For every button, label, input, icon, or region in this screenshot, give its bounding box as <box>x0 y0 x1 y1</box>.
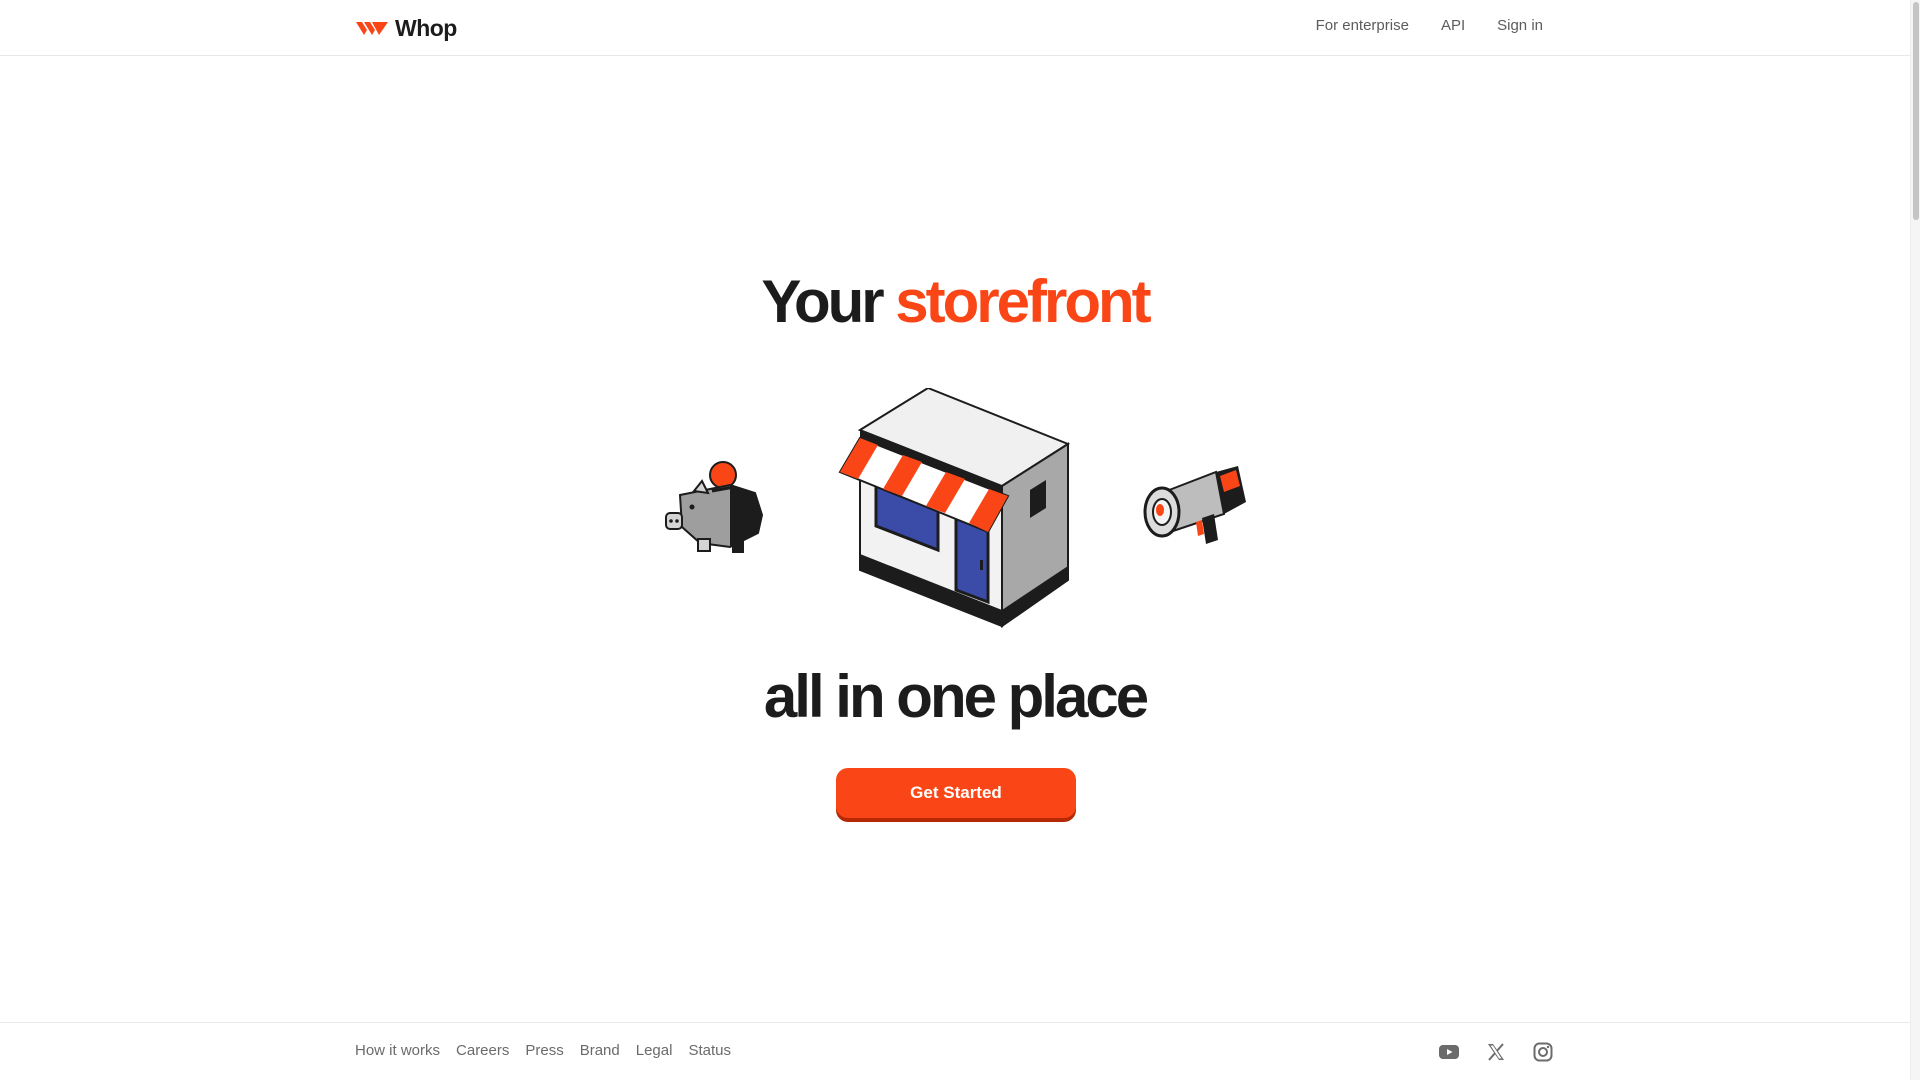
top-nav-bar: Whop For enterprise API Sign in <box>0 0 1910 56</box>
footer-link-how-it-works[interactable]: How it works <box>355 1042 440 1059</box>
youtube-icon[interactable] <box>1438 1041 1460 1063</box>
hero-title-prefix: Your <box>761 268 884 335</box>
nav-sign-in[interactable]: Sign in <box>1497 17 1543 34</box>
page: Whop For enterprise API Sign in Your sto… <box>0 0 1920 1080</box>
get-started-button[interactable]: Get Started <box>836 768 1076 818</box>
instagram-icon[interactable] <box>1532 1041 1554 1063</box>
whop-logo[interactable]: Whop <box>355 14 457 42</box>
social-links <box>1438 1041 1554 1063</box>
hero-title: Your storefront <box>0 262 1910 342</box>
footer-link-careers[interactable]: Careers <box>456 1042 509 1059</box>
brand-name: Whop <box>395 14 457 41</box>
whop-logo-icon <box>356 22 388 35</box>
piggy-bank-icon <box>665 461 764 553</box>
megaphone-icon <box>1143 466 1246 544</box>
footer-link-legal[interactable]: Legal <box>636 1042 673 1059</box>
footer-link-brand[interactable]: Brand <box>580 1042 620 1059</box>
footer-links: How it works Careers Press Brand Legal S… <box>355 1042 731 1059</box>
header-nav: For enterprise API Sign in <box>1316 17 1543 34</box>
footer: How it works Careers Press Brand Legal S… <box>0 1022 1910 1080</box>
hero-title-accent: storefront <box>895 268 1151 335</box>
footer-link-press[interactable]: Press <box>525 1042 563 1059</box>
storefront-icon <box>838 388 1070 628</box>
footer-link-status[interactable]: Status <box>688 1042 731 1059</box>
page-scrollbar[interactable] <box>1910 0 1920 1080</box>
hero-subtitle: all in one place <box>763 663 1149 730</box>
nav-for-enterprise[interactable]: For enterprise <box>1316 17 1409 34</box>
x-icon[interactable] <box>1485 1041 1507 1063</box>
nav-api[interactable]: API <box>1441 17 1465 34</box>
scrollbar-thumb[interactable] <box>1913 2 1919 220</box>
